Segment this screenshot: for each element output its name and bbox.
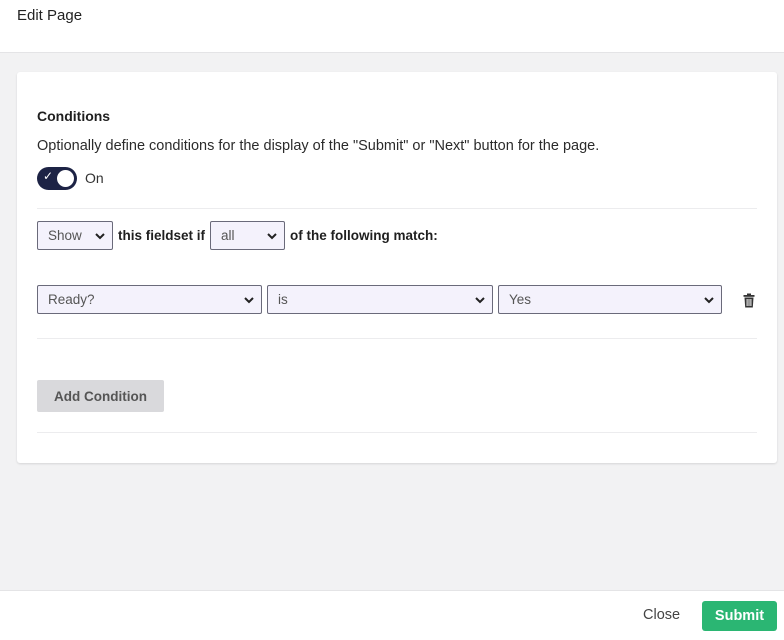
conditions-title: Conditions [37, 108, 111, 124]
submit-button[interactable]: Submit [702, 601, 777, 631]
add-condition-button[interactable]: Add Condition [37, 380, 164, 412]
condition-field-value: Ready? [48, 291, 95, 307]
chevron-down-icon [267, 232, 277, 239]
chevron-down-icon [475, 296, 485, 303]
chevron-down-icon [244, 296, 254, 303]
match-mode-select[interactable]: all [210, 220, 286, 250]
toggle-knob [57, 169, 74, 187]
trash-icon[interactable] [743, 293, 755, 308]
rule-text-middle: this fieldset if [118, 227, 206, 243]
condition-row: Ready? is Yes [37, 284, 727, 314]
action-select-value: Show [48, 227, 82, 243]
conditions-card: Conditions Optionally define conditions … [17, 72, 777, 463]
chevron-down-icon [704, 296, 714, 303]
divider [37, 338, 757, 339]
condition-value-value: Yes [509, 291, 532, 307]
condition-field-select[interactable]: Ready? [37, 284, 262, 314]
match-mode-select-value: all [221, 227, 235, 243]
modal-footer: Close Submit [0, 590, 784, 640]
condition-operator-value: is [278, 291, 288, 307]
divider [37, 208, 757, 209]
toggle-label: On [85, 170, 104, 186]
conditions-description: Optionally define conditions for the dis… [37, 138, 600, 154]
chevron-down-icon [95, 232, 105, 239]
condition-value-select[interactable]: Yes [498, 284, 722, 314]
close-button[interactable]: Close [643, 607, 680, 623]
action-select[interactable]: Show [37, 220, 113, 250]
modal-header: Edit Page [0, 0, 784, 53]
check-icon: ✓ [43, 168, 54, 183]
rule-row: Show this fieldset if all of the followi… [37, 220, 443, 250]
condition-operator-select[interactable]: is [267, 284, 493, 314]
conditions-toggle[interactable]: ✓ [37, 166, 77, 190]
page-title: Edit Page [17, 7, 83, 24]
divider [37, 432, 757, 433]
conditions-toggle-row: ✓ On [37, 166, 104, 190]
rule-text-end: of the following match: [290, 227, 438, 243]
